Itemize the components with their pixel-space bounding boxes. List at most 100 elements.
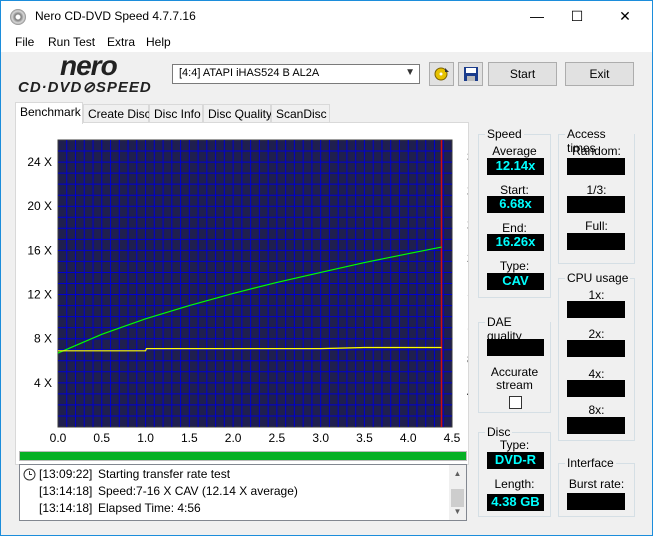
y-right-tick-label: 20 — [467, 251, 468, 265]
start-speed-value: 6.68x — [487, 196, 544, 213]
burst-rate-label: Burst rate: — [568, 477, 625, 491]
scroll-up-icon[interactable]: ▲ — [449, 465, 466, 482]
y-right-tick-label: 16 — [467, 285, 468, 299]
third-value — [567, 196, 625, 213]
log-list[interactable]: [13:09:22] Starting transfer rate test [… — [19, 464, 467, 521]
y-right-tick-label: 24 — [467, 217, 468, 231]
stream-label: stream — [496, 378, 533, 392]
y-left-tick-label: 12 X — [27, 288, 52, 302]
y-right-tick-label: 4 — [467, 386, 468, 400]
disc-group-label: Disc — [485, 425, 513, 439]
x-tick-label: 3.5 — [356, 431, 373, 445]
interface-label: Interface — [565, 456, 616, 470]
menu-bar: File Run Test Extra Help — [1, 32, 652, 52]
burst-rate-value — [567, 493, 625, 510]
log-scrollbar[interactable]: ▲ ▼ — [449, 465, 466, 520]
menu-run-test[interactable]: Run Test — [48, 35, 95, 49]
random-label: Random: — [572, 144, 621, 158]
transfer-rate-chart: 0.0 0.5 1.0 1.5 2.0 2.5 3.0 3.5 4.0 4.5 24 X 20 X 16… — [27, 139, 468, 445]
start-speed-label: Start: — [500, 183, 529, 197]
x-tick-label: 4.0 — [400, 431, 417, 445]
eject-disc-icon — [434, 67, 449, 81]
y-right-tick-label: 28 — [467, 184, 468, 198]
y-right-tick-label: 32 — [467, 150, 468, 164]
tab-create-disc[interactable]: Create Disc — [83, 104, 151, 123]
cpu-1x-label: 1x: — [588, 288, 605, 302]
disc-type-label: Type: — [499, 438, 530, 452]
disc-length-value: 4.38 GB — [487, 494, 544, 511]
scroll-down-icon[interactable]: ▼ — [449, 503, 466, 520]
disc-type-value: DVD-R — [487, 452, 544, 469]
window-title: Nero CD-DVD Speed 4.7.7.16 — [35, 9, 196, 23]
tab-disc-info[interactable]: Disc Info — [149, 104, 203, 123]
chevron-down-icon: ▼ — [405, 67, 415, 78]
cpu-usage-label: CPU usage — [565, 271, 631, 285]
save-button[interactable] — [458, 62, 483, 86]
dae-quality-value — [487, 339, 544, 356]
x-tick-label: 3.0 — [312, 431, 329, 445]
end-speed-label: End: — [502, 221, 527, 235]
average-speed-value: 12.14x — [487, 158, 544, 175]
y-left-tick-label: 20 X — [27, 199, 52, 213]
speed-group: Speed Average 12.14x Start: 6.68x End: 1… — [478, 127, 551, 298]
exit-button[interactable]: Exit — [565, 62, 634, 86]
floppy-save-icon — [463, 67, 478, 81]
x-tick-label: 4.5 — [444, 431, 461, 445]
full-value — [567, 233, 625, 250]
benchmark-panel: 0.0 0.5 1.0 1.5 2.0 2.5 3.0 3.5 4.0 4.5 24 X 20 X 16… — [15, 122, 469, 465]
y-left-tick-label: 16 X — [27, 243, 52, 257]
cpu-8x-label: 8x: — [588, 403, 605, 417]
interface-group: Interface Burst rate: — [558, 456, 635, 517]
log-text: Starting transfer rate test — [98, 467, 231, 481]
log-time: [13:14:18] — [39, 484, 93, 498]
log-text: Speed:7-16 X CAV (12.14 X average) — [98, 484, 298, 498]
x-tick-label: 1.0 — [137, 431, 154, 445]
app-disc-icon — [10, 9, 26, 25]
menu-file[interactable]: File — [15, 35, 34, 49]
progress-fill — [20, 452, 466, 460]
dae-quality-group: DAE quality Accurate stream — [478, 315, 551, 413]
drive-select[interactable]: [4:4] ATAPI iHAS524 B AL2A ▼ — [172, 64, 420, 84]
y-right-tick-label: 8 — [467, 352, 468, 366]
log-time: [13:09:22] — [39, 467, 93, 481]
random-value — [567, 158, 625, 175]
cpu-4x-value — [567, 380, 625, 397]
tab-benchmark[interactable]: Benchmark — [15, 102, 83, 124]
cpu-usage-group: CPU usage 1x: 2x: 4x: 8x: — [558, 271, 635, 441]
drive-info-button[interactable] — [429, 62, 454, 86]
progress-bar — [19, 451, 467, 461]
disc-group: Disc Type: DVD-R Length: 4.38 GB — [478, 425, 551, 517]
menu-help[interactable]: Help — [146, 35, 171, 49]
cpu-8x-value — [567, 417, 625, 434]
x-tick-label: 0.5 — [93, 431, 110, 445]
menu-extra[interactable]: Extra — [107, 35, 135, 49]
x-tick-label: 0.0 — [50, 431, 67, 445]
app-window: Nero CD-DVD Speed 4.7.7.16 — ☐ ✕ File Ru… — [0, 0, 653, 536]
x-tick-label: 1.5 — [181, 431, 198, 445]
start-button[interactable]: Start — [488, 62, 557, 86]
tab-scandisc[interactable]: ScanDisc — [271, 104, 330, 123]
drive-select-value: [4:4] ATAPI iHAS524 B AL2A — [179, 67, 320, 79]
tab-disc-quality[interactable]: Disc Quality — [203, 104, 272, 123]
title-bar: Nero CD-DVD Speed 4.7.7.16 — ☐ ✕ — [1, 1, 652, 32]
log-time: [13:14:18] — [39, 501, 93, 515]
speed-group-label: Speed — [485, 127, 524, 141]
accurate-stream-checkbox[interactable] — [509, 396, 522, 409]
close-button[interactable]: ✕ — [602, 1, 648, 32]
full-label: Full: — [585, 219, 608, 233]
average-label: Average — [492, 144, 537, 158]
cpu-2x-value — [567, 340, 625, 357]
end-speed-value: 16.26x — [487, 234, 544, 251]
speed-type-value: CAV — [487, 273, 544, 290]
accurate-label: Accurate — [490, 365, 539, 379]
y-left-tick-label: 4 X — [34, 376, 52, 390]
cpu-1x-value — [567, 301, 625, 318]
log-text: Elapsed Time: 4:56 — [98, 501, 201, 515]
third-label: 1/3: — [586, 183, 607, 197]
clock-info-icon — [23, 468, 36, 481]
nero-logo: nero CD·DVD⊘SPEED — [15, 50, 165, 98]
access-times-group: Access times Random: 1/3: Full: — [558, 127, 635, 264]
x-tick-label: 2.5 — [269, 431, 286, 445]
maximize-button[interactable]: ☐ — [554, 1, 600, 32]
disc-length-label: Length: — [494, 477, 535, 491]
